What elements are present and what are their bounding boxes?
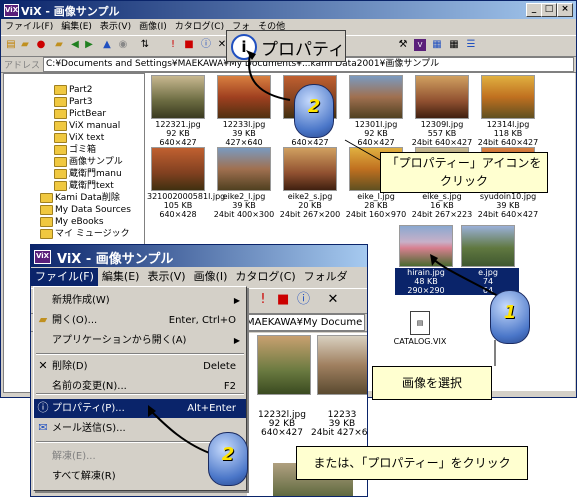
mouse-step-icon: 1 (490, 290, 530, 344)
mouse-step-icon: 2 (294, 84, 334, 138)
curve-to-menu (149, 409, 216, 456)
annotation-curves (148, 50, 506, 456)
leader-line (344, 139, 381, 161)
curve-to-image (431, 257, 506, 301)
step-number: 1 (503, 302, 517, 323)
curve-to-toolbar (248, 54, 291, 101)
mouse-step-icon: 2 (208, 432, 248, 486)
arrow-head (246, 50, 256, 60)
arrow-head (430, 254, 438, 266)
step-number: 2 (307, 96, 321, 117)
step-number: 2 (221, 444, 235, 465)
